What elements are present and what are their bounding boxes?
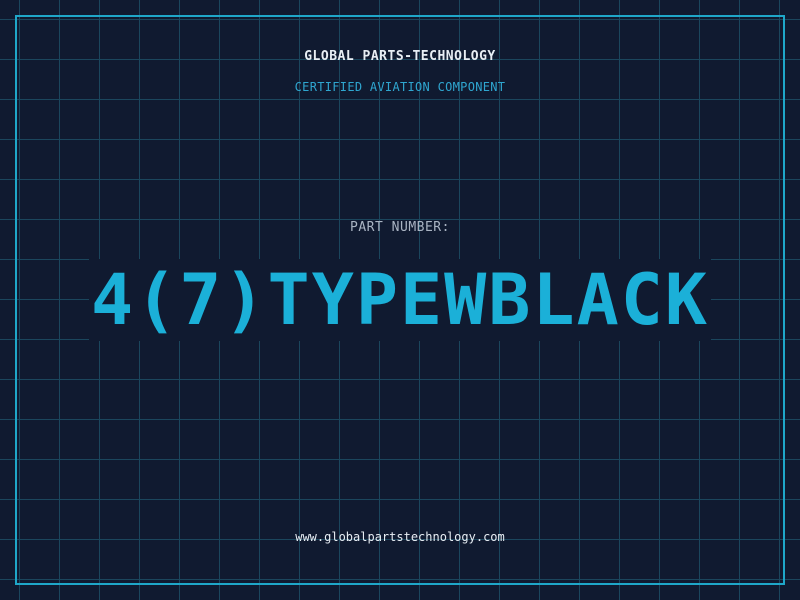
subtitle: CERTIFIED AVIATION COMPONENT bbox=[294, 80, 506, 94]
part-number-label: PART NUMBER: bbox=[350, 220, 450, 235]
part-number-value: 4(7)TYPEWBLACK bbox=[0, 259, 800, 341]
website-url: www.globalpartstechnology.com bbox=[295, 530, 505, 544]
company-name: GLOBAL PARTS-TECHNOLOGY bbox=[304, 49, 496, 64]
part-number-text: 4(7)TYPEWBLACK bbox=[88, 259, 711, 341]
